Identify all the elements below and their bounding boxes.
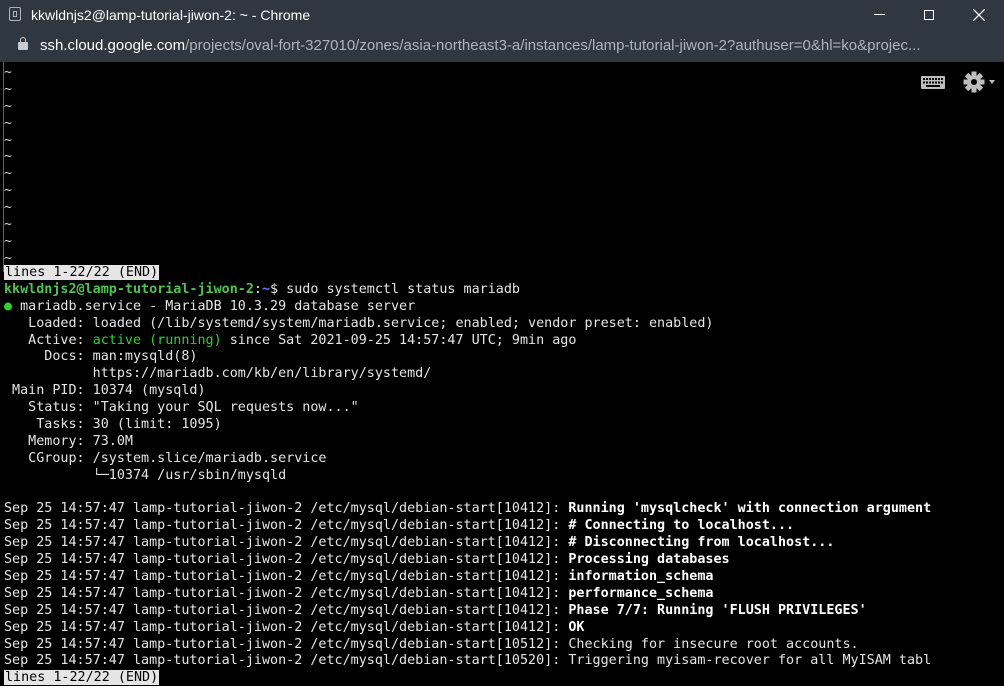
log-prefix: Sep 25 14:57:47 lamp-tutorial-jiwon-2 /e… bbox=[4, 636, 569, 652]
log-message: Running 'mysqlcheck' with connection arg… bbox=[568, 501, 932, 517]
log-prefix: Sep 25 14:57:47 lamp-tutorial-jiwon-2 /e… bbox=[4, 518, 569, 534]
log-message: Checking for insecure root accounts. bbox=[568, 636, 859, 652]
docs-url-line: https://mariadb.com/kb/en/library/system… bbox=[4, 366, 432, 382]
log-line: Sep 25 14:57:47 lamp-tutorial-jiwon-2 /e… bbox=[4, 535, 1000, 552]
prompt-separator: : bbox=[253, 281, 262, 297]
log-prefix: Sep 25 14:57:47 lamp-tutorial-jiwon-2 /e… bbox=[4, 552, 569, 568]
log-line: Sep 25 14:57:47 lamp-tutorial-jiwon-2 /e… bbox=[4, 518, 1000, 535]
terminal-output: lines 1-22/22 (END) kkwldnjs2@lamp-tutor… bbox=[4, 265, 1000, 686]
log-prefix: Sep 25 14:57:47 lamp-tutorial-jiwon-2 /e… bbox=[4, 501, 569, 517]
prompt-path: ~ bbox=[261, 281, 271, 297]
log-line: Sep 25 14:57:47 lamp-tutorial-jiwon-2 /e… bbox=[4, 569, 1000, 586]
log-line: Sep 25 14:57:47 lamp-tutorial-jiwon-2 /e… bbox=[4, 501, 1000, 518]
url-text[interactable]: ssh.cloud.google.com/projects/oval-fort-… bbox=[40, 37, 998, 54]
active-line: Active: active (running) since Sat 2021-… bbox=[4, 333, 1000, 350]
maximize-button[interactable] bbox=[904, 0, 954, 30]
tilde-line: ~ bbox=[4, 98, 12, 114]
log-message: Phase 7/7: Running 'FLUSH PRIVILEGES' bbox=[568, 602, 867, 618]
docs-line: Docs: man:mysqld(8) bbox=[4, 349, 198, 365]
pager-status-line: lines 1-22/22 (END) bbox=[4, 265, 1000, 282]
tilde-line: ~ bbox=[4, 149, 12, 165]
prompt-line: kkwldnjs2@lamp-tutorial-jiwon-2:~$ sudo … bbox=[4, 282, 1000, 299]
tilde-line: ~ bbox=[4, 183, 12, 199]
active-since: since Sat 2021-09-25 14:57:47 UTC; 9min … bbox=[221, 332, 577, 348]
keyboard-icon[interactable] bbox=[921, 76, 945, 89]
tilde-line: ~ bbox=[4, 65, 12, 80]
title-bar: kkwldnjs2@lamp-tutorial-jiwon-2: ~ - Chr… bbox=[0, 0, 1004, 30]
memory-line: Memory: 73.0M bbox=[4, 433, 133, 449]
close-button[interactable] bbox=[954, 0, 1004, 30]
maximize-icon bbox=[924, 9, 934, 20]
log-message: Triggering myisam-recover for all MyISAM… bbox=[568, 653, 932, 669]
log-message: # Connecting to localhost... bbox=[568, 518, 795, 534]
minimize-button[interactable] bbox=[854, 0, 904, 30]
cgroup-process-line: └─10374 /usr/sbin/mysqld bbox=[4, 467, 287, 483]
status-dot-icon: ● bbox=[4, 298, 13, 314]
loaded-line: Loaded: loaded (/lib/systemd/system/mari… bbox=[4, 315, 714, 331]
log-line: Sep 25 14:57:47 lamp-tutorial-jiwon-2 /e… bbox=[4, 552, 1000, 569]
tilde-line: ~ bbox=[4, 132, 12, 148]
log-prefix: Sep 25 14:57:47 lamp-tutorial-jiwon-2 /e… bbox=[4, 535, 569, 551]
status-line: Status: "Taking your SQL requests now...… bbox=[4, 400, 359, 416]
log-message: performance_schema bbox=[568, 585, 714, 601]
pager-status-line-bottom: lines 1-22/22 (END) bbox=[4, 670, 1000, 686]
empty-lines: ~ ~ ~ ~ ~ ~ ~ ~ ~ ~ ~ ~ bbox=[4, 65, 12, 268]
tilde-line: ~ bbox=[4, 200, 12, 216]
log-message: information_schema bbox=[568, 569, 714, 585]
url-host: ssh.cloud.google.com bbox=[40, 37, 186, 54]
log-prefix: Sep 25 14:57:47 lamp-tutorial-jiwon-2 /e… bbox=[4, 569, 569, 585]
lock-icon bbox=[18, 37, 28, 50]
pager-status: lines 1-22/22 (END) bbox=[4, 265, 160, 280]
gear-icon[interactable] bbox=[962, 70, 996, 94]
active-label: Active: bbox=[4, 332, 93, 348]
active-state: active (running) bbox=[92, 332, 222, 348]
cgroup-line: CGroup: /system.slice/mariadb.service bbox=[4, 450, 327, 466]
log-line: Sep 25 14:57:47 lamp-tutorial-jiwon-2 /e… bbox=[4, 620, 1000, 637]
log-line: Sep 25 14:57:47 lamp-tutorial-jiwon-2 /e… bbox=[4, 653, 1000, 670]
log-line: Sep 25 14:57:47 lamp-tutorial-jiwon-2 /e… bbox=[4, 603, 1000, 620]
log-prefix: Sep 25 14:57:47 lamp-tutorial-jiwon-2 /e… bbox=[4, 619, 569, 635]
tilde-line: ~ bbox=[4, 166, 12, 182]
tilde-line: ~ bbox=[4, 115, 12, 131]
service-text: mariadb.service - MariaDB 10.3.29 databa… bbox=[12, 298, 416, 314]
url-path: /projects/oval-fort-327010/zones/asia-no… bbox=[185, 37, 921, 54]
close-icon bbox=[972, 8, 986, 22]
prompt-symbol: $ bbox=[270, 281, 287, 297]
window-title: kkwldnjs2@lamp-tutorial-jiwon-2: ~ - Chr… bbox=[31, 7, 311, 23]
pager-status: lines 1-22/22 (END) bbox=[4, 670, 160, 686]
minimize-icon bbox=[873, 14, 885, 16]
journal-log: Sep 25 14:57:47 lamp-tutorial-jiwon-2 /e… bbox=[4, 501, 1000, 670]
tilde-line: ~ bbox=[4, 81, 12, 97]
command-text: sudo systemctl status mariadb bbox=[286, 281, 520, 297]
address-bar[interactable]: ssh.cloud.google.com/projects/oval-fort-… bbox=[0, 30, 1004, 62]
log-prefix: Sep 25 14:57:47 lamp-tutorial-jiwon-2 /e… bbox=[4, 585, 569, 601]
prompt-user: kkwldnjs2@lamp-tutorial-jiwon-2 bbox=[4, 281, 254, 297]
log-message: OK bbox=[568, 619, 585, 635]
service-line: ● mariadb.service - MariaDB 10.3.29 data… bbox=[4, 299, 1000, 316]
tilde-line: ~ bbox=[4, 233, 12, 249]
tilde-line: ~ bbox=[4, 217, 12, 233]
log-prefix: Sep 25 14:57:47 lamp-tutorial-jiwon-2 /e… bbox=[4, 602, 569, 618]
log-line: Sep 25 14:57:47 lamp-tutorial-jiwon-2 /e… bbox=[4, 637, 1000, 654]
log-line: Sep 25 14:57:47 lamp-tutorial-jiwon-2 /e… bbox=[4, 586, 1000, 603]
log-message: # Disconnecting from localhost... bbox=[568, 535, 835, 551]
log-prefix: Sep 25 14:57:47 lamp-tutorial-jiwon-2 /e… bbox=[4, 653, 569, 669]
app-icon bbox=[9, 7, 21, 21]
terminal[interactable]: ~ ~ ~ ~ ~ ~ ~ ~ ~ ~ ~ ~ lines 1-22/22 (E… bbox=[0, 62, 1004, 686]
main-pid-line: Main PID: 10374 (mysqld) bbox=[4, 383, 206, 399]
log-message: Processing databases bbox=[568, 552, 730, 568]
tasks-line: Tasks: 30 (limit: 1095) bbox=[4, 417, 222, 433]
